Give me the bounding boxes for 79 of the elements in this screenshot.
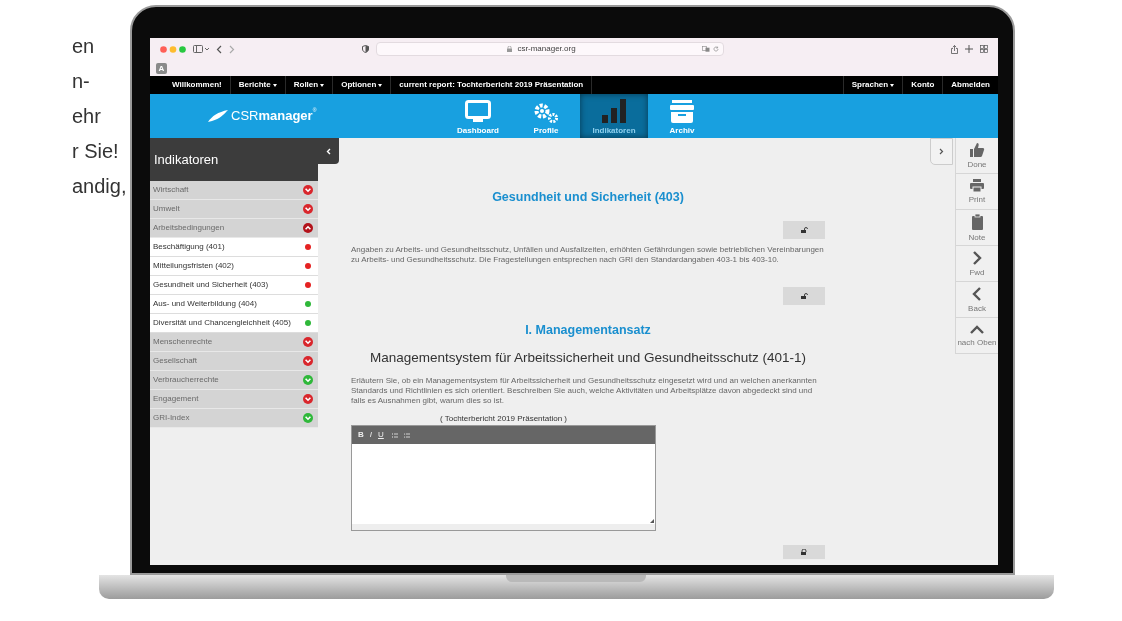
chevron-right-icon: [939, 148, 944, 155]
nav-tab[interactable]: Indikatoren: [580, 94, 648, 138]
description-text: Angaben zu Arbeits- und Gesundheitsschutz, Unfällen und Ausfallzeiten, erhöhten Gefährdungen sowie betrieblichen Vereinbarungen zu Arbeits- und Gesundheitsschutz. Die Fragestellungen entsprechen nach GRI den Standardangaben 403-1 bis 403-10.: [351, 245, 825, 265]
shield-icon[interactable]: [362, 45, 369, 53]
intro-text-line: r Sie!: [72, 139, 120, 164]
toolbar-button[interactable]: Fwd: [955, 246, 998, 282]
format-button[interactable]: I: [369, 429, 372, 441]
caret-icon: [272, 83, 277, 87]
sidebar-category[interactable]: Arbeitsbedingungen: [150, 219, 318, 238]
sidebar-item[interactable]: Beschäftigung (401): [150, 238, 318, 257]
address-field[interactable]: csr-manager.org: [376, 42, 724, 56]
caret-icon: [378, 83, 383, 87]
share-icon[interactable]: [951, 44, 958, 54]
intro-text-line: andig,: [72, 174, 128, 199]
lock-button[interactable]: [783, 545, 825, 559]
sidebar-item[interactable]: Mitteilungsfristen (402): [150, 257, 318, 276]
chevron-left-icon: [326, 147, 331, 155]
sidebar-category[interactable]: Umwelt: [150, 200, 318, 219]
translate-icon[interactable]: [702, 46, 710, 52]
format-button[interactable]: B: [358, 429, 364, 441]
description-text: Erläutern Sie, ob ein Managementsystem für Arbeitssicherheit und Gesundheitsschutz eingesetzt wird und an welchen anerkannten Standards und Richtlinien es sich orientiert. Beschreiben Sie auch, welche Aktivitäten und Arbeitsplätze davon abgedeckt sind und falls es Ausnahmen gibt, warum dies so ist.: [351, 376, 818, 406]
toolbar-button[interactable]: Done: [955, 138, 998, 174]
sidebar-category[interactable]: Gesellschaft: [150, 352, 318, 371]
page-title: Gesundheit und Sicherheit (403): [491, 189, 685, 206]
intro-text-line: en: [72, 34, 96, 59]
bird-logo-icon: [208, 110, 228, 122]
sidebar-item[interactable]: Aus- und Weiterbildung (404): [150, 295, 318, 314]
numbered-list-icon[interactable]: [391, 432, 398, 438]
archive-box-icon: [670, 100, 694, 123]
thumbs-up-icon: [969, 142, 985, 157]
tab-overview-icon[interactable]: [980, 45, 988, 53]
sidebar-category[interactable]: GRI-Index: [150, 409, 318, 428]
sidebar-category[interactable]: Wirtschaft: [150, 181, 318, 200]
printer-icon: [970, 179, 984, 192]
lock-icon: [507, 46, 513, 52]
locked-padlock-icon: [800, 549, 808, 555]
toolbar-button[interactable]: nach Oben: [955, 318, 998, 354]
toolbar-button[interactable]: Print: [955, 174, 998, 210]
logo-text: CSRmanager$^{®}$: [231, 106, 317, 126]
nav-tab[interactable]: Profile: [512, 94, 580, 138]
collapse-button[interactable]: [318, 138, 339, 164]
question-title: Managementsystem für Arbeitssicherheit und Gesundheitsschutz (401-1): [369, 349, 807, 367]
caret-icon: [320, 83, 325, 87]
monitor-icon: [465, 100, 491, 123]
format-button[interactable]: U: [378, 429, 384, 441]
bullet-list-icon[interactable]: [403, 432, 410, 438]
toolbar-button[interactable]: Back: [955, 282, 998, 318]
clipboard-icon: [971, 213, 983, 230]
gears-icon: [534, 103, 558, 123]
nav-tab[interactable]: Archiv: [648, 94, 716, 138]
section-heading: I. Managementansatz: [524, 322, 652, 339]
url-text: csr-manager.org: [517, 43, 576, 55]
chevron-right-icon: [972, 250, 982, 265]
sidebar-title: Indikatoren: [150, 138, 318, 181]
sidebar-item[interactable]: Diversität und Chancengleichheit (405): [150, 314, 318, 333]
text-editor[interactable]: B I U: [351, 425, 656, 531]
lock-button[interactable]: [783, 221, 825, 239]
resize-grip-icon: [650, 519, 654, 523]
nav-tab[interactable]: Dashboard: [444, 94, 512, 138]
chevron-up-icon: [970, 324, 984, 335]
chevron-left-icon: [972, 286, 982, 301]
sidebar-category[interactable]: Verbraucherrechte: [150, 371, 318, 390]
sidebar-item[interactable]: Gesundheit und Sicherheit (403): [150, 276, 318, 295]
lock-button[interactable]: [783, 287, 825, 305]
bar-chart-icon: [602, 99, 626, 123]
sidebar-category[interactable]: Engagement: [150, 390, 318, 409]
editor-label: ( Tochterbericht 2019 Präsentation ): [438, 414, 568, 424]
new-tab-icon[interactable]: [965, 45, 973, 53]
tab-favicon[interactable]: A: [156, 62, 167, 74]
intro-text-line: n-: [72, 69, 91, 94]
unlocked-padlock-icon: [800, 293, 808, 299]
toolbar-button[interactable]: Note: [955, 210, 998, 246]
unlocked-padlock-icon: [800, 227, 808, 233]
sidebar-category[interactable]: Menschenrechte: [150, 333, 318, 352]
back-icon[interactable]: [216, 44, 222, 54]
sidebar-toggle-icon[interactable]: [193, 45, 209, 53]
caret-icon: [890, 83, 895, 87]
intro-text-line: ehr: [72, 104, 102, 129]
window-controls-icon: [160, 45, 186, 53]
